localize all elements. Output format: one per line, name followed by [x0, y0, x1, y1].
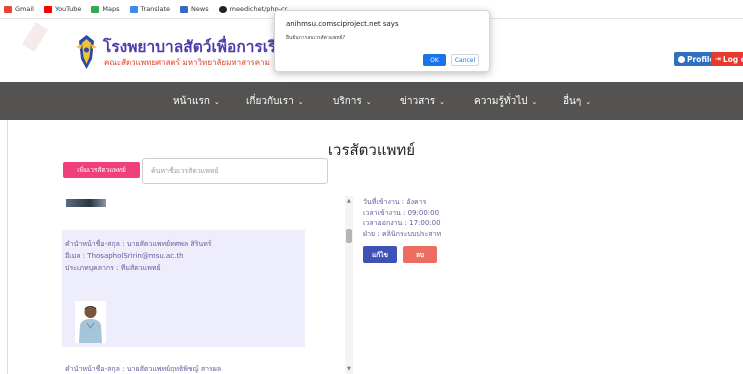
- scrollbar-thumb[interactable]: [346, 229, 352, 243]
- nav-label: อื่นๆ: [563, 96, 582, 107]
- logout-icon: ⇥: [715, 55, 721, 63]
- nav-item-services[interactable]: บริการ ⌄: [333, 94, 372, 109]
- bookmark-label: Translate: [140, 5, 171, 13]
- dialog-message: ยืนยันการลบเวรสัตวแพทย์?: [286, 35, 346, 41]
- nav-item-news[interactable]: ข่าวสาร ⌄: [400, 94, 445, 109]
- logout-label: Log o: [722, 54, 743, 64]
- confirm-dialog: anihmsu.comsciproject.net says ยืนยันการ…: [274, 10, 490, 72]
- vet-type: ประเภทบุคลากร : ทีมสัตวแพทย์: [65, 264, 161, 272]
- nav-item-others[interactable]: อื่นๆ ⌄: [563, 94, 591, 109]
- vet-photo-partial: [66, 199, 106, 207]
- chevron-down-icon: ⌄: [365, 98, 372, 106]
- hospital-logo-icon: [76, 35, 97, 69]
- vet-name: คำนำหน้าชื่อ-สกุล : นายสัตวแพทย์ฤทธิพิชญ…: [65, 365, 222, 373]
- vet-name: คำนำหน้าชื่อ-สกุล : นายสัตวแพทย์ทศพล สิร…: [65, 240, 212, 248]
- bookmark-label: News: [191, 5, 209, 13]
- shift-start-time: เวลาเข้างาน : 09:00:00: [363, 208, 440, 217]
- chevron-down-icon: ⌄: [585, 98, 592, 106]
- logout-button[interactable]: ⇥ Log o: [711, 52, 743, 66]
- vet-email: อีเมล : ThosapholSririn@msu.ac.th: [65, 252, 184, 260]
- edit-button[interactable]: แก้ไข: [363, 246, 397, 263]
- user-icon: [678, 55, 685, 63]
- search-input[interactable]: [142, 158, 328, 184]
- nav-label: เกี่ยวกับเรา: [246, 96, 294, 107]
- chevron-down-icon: ⌄: [297, 98, 304, 106]
- nav-item-home[interactable]: หน้าแรก ⌄: [173, 94, 220, 109]
- site-subtitle: คณะสัตวแพทยศาสตร์ มหาวิทยาลัยมหาสารคาม: [104, 58, 270, 67]
- bookmark-maps[interactable]: Maps: [91, 5, 120, 13]
- bookmark-label: Maps: [102, 5, 120, 13]
- nav-item-knowledge[interactable]: ความรู้ทั่วไป ⌄: [474, 94, 537, 109]
- watermark-decoration: [22, 22, 48, 52]
- vet-photo: [75, 301, 106, 343]
- dialog-title: anihmsu.comsciproject.net says: [286, 20, 399, 28]
- github-icon: [218, 5, 227, 13]
- bookmark-translate[interactable]: Translate: [129, 5, 171, 13]
- dialog-ok-button[interactable]: OK: [423, 54, 446, 66]
- browser-page: Gmail YouTube Maps Translate News meedic…: [0, 0, 743, 374]
- chevron-down-icon: ⌄: [439, 98, 446, 106]
- page-title: เวรสัตวแพทย์: [327, 141, 416, 159]
- scroll-down-icon[interactable]: ▼: [347, 366, 351, 372]
- list-item[interactable]: คำนำหน้าชื่อ-สกุล : นายสัตวแพทย์ทศพล สิร…: [62, 230, 305, 347]
- nav-label: หน้าแรก: [173, 96, 210, 107]
- chevron-down-icon: ⌄: [531, 98, 538, 106]
- shift-detail: วันที่เข้างาน : อังคาร เวลาเข้างาน : 09:…: [363, 197, 523, 239]
- maps-icon: [91, 5, 100, 13]
- scroll-up-icon[interactable]: ▲: [347, 198, 351, 204]
- nav-label: ความรู้ทั่วไป: [474, 96, 528, 107]
- vet-list[interactable]: คำนำหน้าชื่อ-สกุล : นายสัตวแพทย์ทศพล สิร…: [62, 196, 342, 374]
- delete-button[interactable]: ลบ: [403, 246, 437, 263]
- nav-label: บริการ: [333, 96, 362, 107]
- shift-department: ฝ่าย : คลินิกระบบประสาท: [363, 229, 442, 238]
- chevron-down-icon: ⌄: [213, 98, 220, 106]
- list-scrollbar[interactable]: ▲ ▼: [345, 196, 353, 374]
- news-icon: [180, 5, 189, 13]
- bookmark-news[interactable]: News: [180, 5, 209, 13]
- main-navbar: หน้าแรก ⌄ เกี่ยวกับเรา ⌄ บริการ ⌄ ข่าวสาร ⌄ …: [0, 82, 743, 120]
- shift-end-time: เวลาออกงาน : 17:00:00: [363, 219, 441, 227]
- nav-label: ข่าวสาร: [400, 96, 436, 107]
- add-vet-shift-button[interactable]: เพิ่มเวรสัตวแพทย์: [63, 162, 140, 178]
- dialog-cancel-button[interactable]: Cancel: [451, 54, 479, 66]
- translate-icon: [129, 5, 138, 13]
- shift-day: วันที่เข้างาน : อังคาร: [363, 198, 427, 206]
- nav-item-about[interactable]: เกี่ยวกับเรา ⌄: [246, 94, 304, 109]
